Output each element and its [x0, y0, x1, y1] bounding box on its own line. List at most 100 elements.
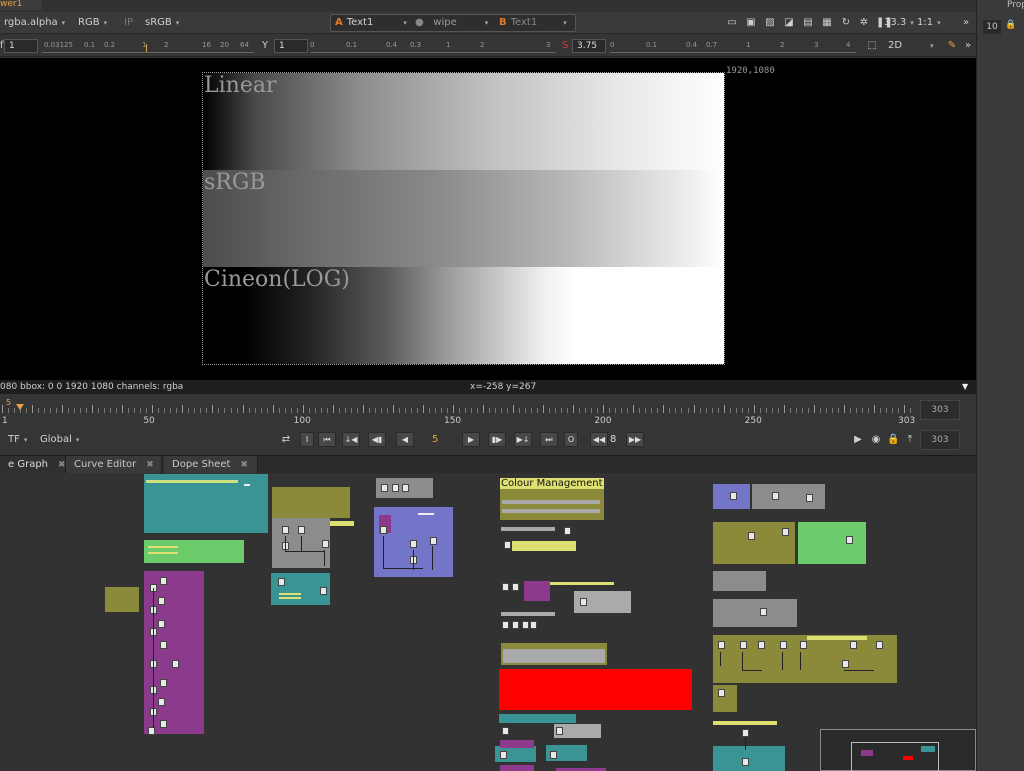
- graph-node[interactable]: [876, 641, 883, 649]
- graph-node[interactable]: [772, 492, 779, 500]
- graph-node[interactable]: [282, 526, 289, 534]
- graph-node[interactable]: [158, 698, 165, 706]
- backdrop-olive-small[interactable]: [105, 587, 139, 612]
- b-input-dropdown[interactable]: B Text1 ▾: [499, 15, 567, 31]
- first-frame-button[interactable]: ⏮: [318, 432, 336, 447]
- wipe-icon[interactable]: ◪: [783, 17, 795, 29]
- frame-field[interactable]: 5: [432, 434, 438, 445]
- paint-icon[interactable]: ✎: [946, 40, 958, 52]
- checker-icon[interactable]: ▦: [821, 17, 833, 29]
- backdrop-olive-1[interactable]: [272, 487, 350, 518]
- graph-node[interactable]: [522, 621, 529, 629]
- graph-node[interactable]: [718, 641, 725, 649]
- graph-node[interactable]: [760, 608, 767, 616]
- gear-icon[interactable]: ✲: [858, 17, 870, 29]
- end-frame-field-2[interactable]: 303: [920, 430, 960, 450]
- graph-node[interactable]: [392, 484, 399, 492]
- close-icon[interactable]: ✖: [240, 460, 248, 470]
- graph-node[interactable]: [430, 537, 437, 545]
- graph-node[interactable]: [504, 541, 511, 549]
- graph-node[interactable]: [512, 621, 519, 629]
- graph-node[interactable]: [806, 494, 813, 502]
- backdrop-green-2[interactable]: [798, 522, 866, 564]
- properties-label[interactable]: Prop: [1007, 0, 1024, 10]
- graph-node[interactable]: [160, 720, 167, 728]
- backdrop-teal-6[interactable]: [713, 746, 785, 771]
- graph-node[interactable]: [502, 727, 509, 735]
- graph-node[interactable]: [758, 641, 765, 649]
- graph-node[interactable]: [850, 641, 857, 649]
- gain-slider[interactable]: 0.03125 0.1 0.2 1 2 16 20 64: [42, 39, 254, 53]
- graph-node[interactable]: [556, 727, 563, 735]
- saturation-field[interactable]: 3.75: [572, 39, 606, 53]
- close-icon[interactable]: ✖: [58, 460, 66, 470]
- crop-icon[interactable]: ⬚: [866, 40, 878, 52]
- step-field[interactable]: 8: [610, 434, 616, 445]
- graph-node[interactable]: [512, 583, 519, 591]
- graph-node[interactable]: [740, 641, 747, 649]
- graph-node[interactable]: [742, 729, 749, 737]
- graph-node[interactable]: [158, 620, 165, 628]
- backdrop-grey-7[interactable]: [713, 599, 797, 627]
- tab-curve-editor[interactable]: Curve Editor ✖: [66, 456, 162, 474]
- graph-node[interactable]: [530, 621, 537, 629]
- last-frame-button[interactable]: ⏭: [540, 432, 558, 447]
- graph-node[interactable]: [580, 598, 587, 606]
- graph-node[interactable]: [550, 751, 557, 759]
- record-icon[interactable]: ◉: [870, 434, 882, 446]
- timeline-lock-icon[interactable]: 🔒: [887, 434, 899, 446]
- graph-node[interactable]: [846, 536, 853, 544]
- graph-node[interactable]: [502, 583, 509, 591]
- graph-node[interactable]: [380, 526, 387, 534]
- backdrop-colour-management[interactable]: Colour Management: [500, 478, 604, 520]
- play-forward-button[interactable]: ▶: [462, 432, 480, 447]
- backdrop-teal-1[interactable]: [144, 474, 268, 533]
- graph-node[interactable]: [160, 641, 167, 649]
- export-icon[interactable]: ⤒: [904, 434, 916, 446]
- close-icon[interactable]: ✖: [146, 460, 154, 470]
- refresh-icon[interactable]: ↻: [840, 17, 852, 29]
- ratio-dropdown[interactable]: 1:1 ▾: [917, 15, 941, 31]
- graph-node[interactable]: [800, 641, 807, 649]
- graph-node[interactable]: [158, 597, 165, 605]
- viewer-tab[interactable]: wer1: [0, 0, 42, 10]
- wipe-dropdown[interactable]: ● wipe ▾: [415, 15, 488, 31]
- graph-node[interactable]: [742, 758, 749, 766]
- graph-node[interactable]: [730, 492, 737, 500]
- saturation-slider[interactable]: 0 0.1 0.4 0.7 1 2 3 4: [610, 39, 856, 53]
- step-forward-button[interactable]: ▶▶: [626, 432, 644, 447]
- tf-dropdown[interactable]: TF ▾: [8, 432, 27, 448]
- graph-node[interactable]: [172, 660, 179, 668]
- backdrop-green-1[interactable]: [144, 540, 244, 563]
- backdrop-grey-5[interactable]: [752, 484, 825, 509]
- next-keyframe-button[interactable]: ▶↓: [514, 432, 532, 447]
- graph-node[interactable]: [842, 660, 849, 668]
- graph-node[interactable]: [718, 689, 725, 697]
- expand-icon[interactable]: »: [960, 17, 972, 29]
- graph-node[interactable]: [278, 578, 285, 586]
- view-mode-dropdown[interactable]: 2D ▾: [888, 38, 934, 54]
- tab-node-graph[interactable]: e Graph ✖: [0, 456, 66, 474]
- graph-node[interactable]: [148, 727, 155, 735]
- graph-node[interactable]: [381, 484, 388, 492]
- a-input-dropdown[interactable]: A Text1 ▾: [335, 15, 407, 31]
- backdrop-olive-5[interactable]: [713, 685, 737, 712]
- flipbook-icon[interactable]: ▶: [852, 434, 864, 446]
- ip-toggle[interactable]: IP: [124, 15, 133, 31]
- graph-node[interactable]: [402, 484, 409, 492]
- graph-node[interactable]: [780, 641, 787, 649]
- graph-node[interactable]: [320, 587, 327, 595]
- graph-node[interactable]: [298, 526, 305, 534]
- backdrop-olive-2[interactable]: [501, 643, 607, 665]
- gamma-field[interactable]: 1: [274, 39, 308, 53]
- backdrop-purple-2[interactable]: [524, 581, 550, 601]
- graph-node[interactable]: [160, 679, 167, 687]
- scope-dropdown[interactable]: Global ▾: [40, 432, 79, 448]
- zoom-dropdown[interactable]: 33.3 ▾: [884, 15, 914, 31]
- backdrop-purple-3[interactable]: [500, 740, 534, 748]
- play-backward-button[interactable]: ◀: [396, 432, 414, 447]
- graph-node[interactable]: [748, 532, 755, 540]
- overlay-icon[interactable]: ▣: [745, 17, 757, 29]
- playhead-marker[interactable]: [16, 404, 25, 410]
- loop-icon[interactable]: ⇄: [280, 434, 292, 446]
